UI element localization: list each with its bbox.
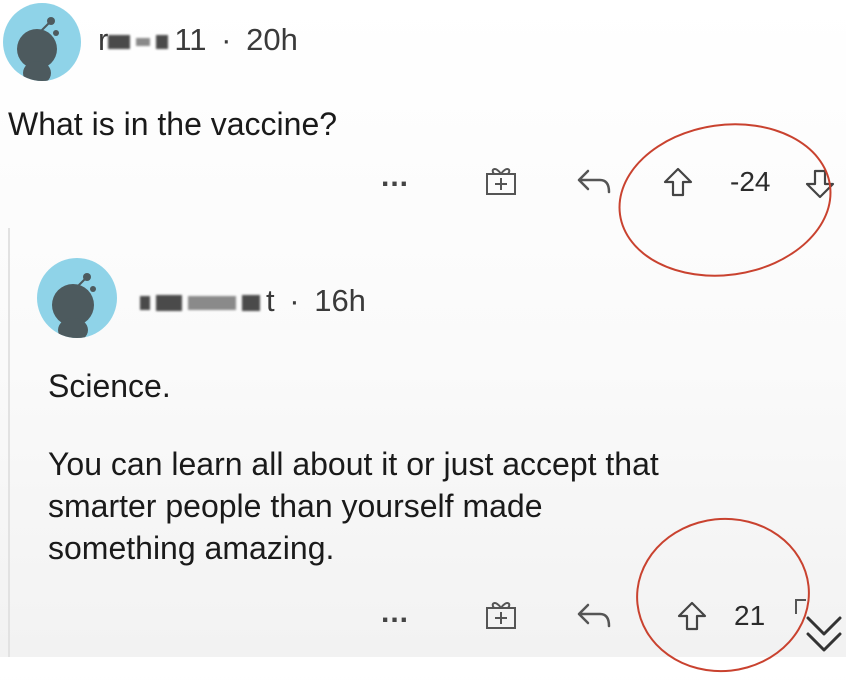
post-meta: r 11 · 20h — [98, 22, 298, 58]
avatar[interactable] — [3, 3, 81, 81]
timestamp: 20h — [246, 22, 298, 57]
separator: · — [221, 22, 232, 57]
username[interactable]: r 11 — [98, 22, 207, 57]
reply-icon[interactable] — [576, 168, 612, 196]
thread-line[interactable] — [8, 228, 10, 657]
more-options-button[interactable]: ... — [381, 160, 409, 194]
timestamp: 16h — [314, 283, 366, 318]
reddit-snoo-icon — [52, 273, 96, 338]
reply-meta: t · 16h — [140, 283, 366, 319]
award-icon[interactable] — [484, 597, 518, 631]
collapse-thread-icon[interactable] — [804, 612, 844, 656]
more-options-button[interactable]: ... — [381, 596, 409, 630]
username[interactable]: t — [140, 283, 275, 318]
avatar[interactable] — [37, 258, 117, 338]
award-icon[interactable] — [484, 163, 518, 197]
reddit-snoo-icon — [17, 17, 59, 81]
highlight-circle — [608, 109, 842, 291]
post-text: What is in the vaccine? — [8, 106, 338, 142]
separator: · — [289, 283, 300, 318]
reply-text-line1: Science. — [48, 368, 171, 404]
reply-icon[interactable] — [576, 602, 612, 630]
